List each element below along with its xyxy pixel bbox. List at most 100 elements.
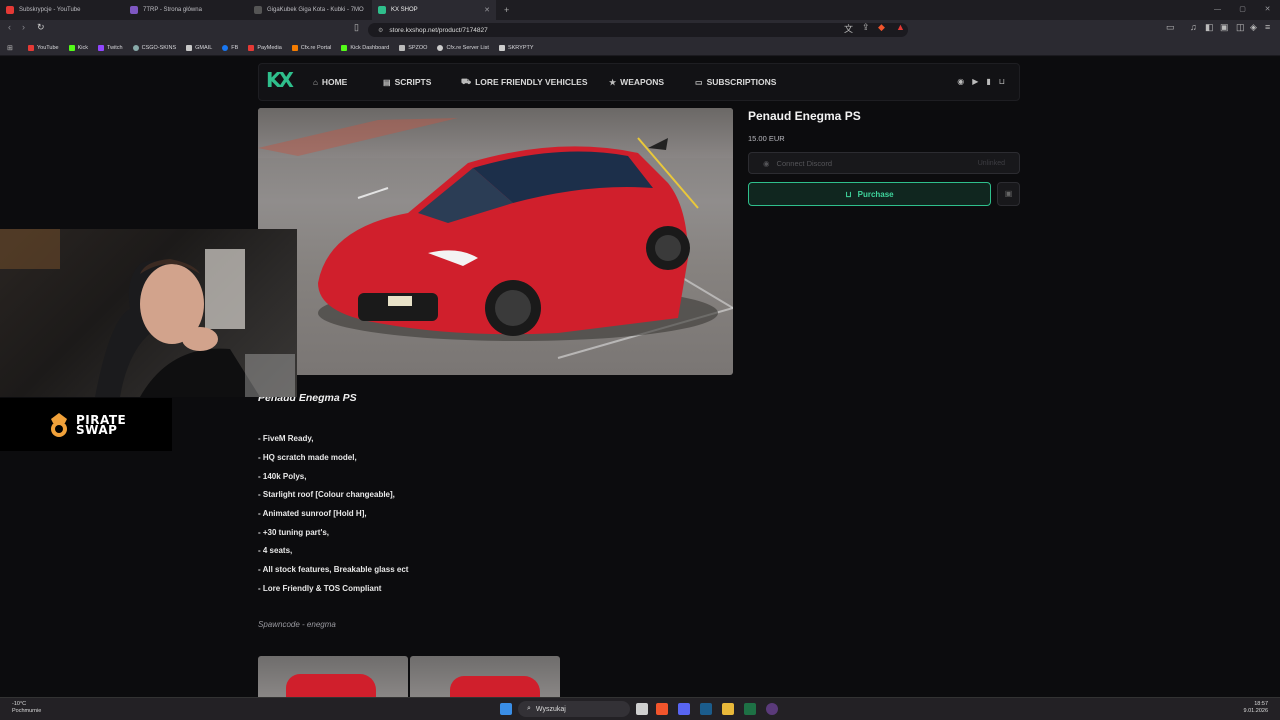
feature-item: - FiveM Ready, xyxy=(258,434,314,443)
extensions-icon[interactable]: ▣ xyxy=(1220,22,1229,33)
search-icon: ⌕ xyxy=(527,705,531,712)
feature-item: - 4 seats, xyxy=(258,546,293,555)
share-icon[interactable]: ⇪ xyxy=(862,22,870,33)
discord-icon[interactable]: ◉ xyxy=(957,77,964,86)
minimize-icon[interactable]: — xyxy=(1205,0,1230,20)
weather-widget[interactable]: -10°C Pochmurnie xyxy=(12,701,41,715)
bookmark-fb[interactable]: FB xyxy=(222,44,238,51)
kick-icon xyxy=(68,44,75,51)
gift-icon: ▣ xyxy=(1004,189,1013,198)
address-bar-row: ‹ › ↻ ▯ ⚙ store.kxshop.net/product/71748… xyxy=(0,20,1280,40)
discord-status-label: Unlinked xyxy=(977,159,1005,167)
reload-icon[interactable]: ↻ xyxy=(37,22,45,33)
product-price: 15.00 EUR xyxy=(748,134,785,143)
connect-discord-label: Connect Discord xyxy=(776,158,832,168)
bookmark-twitch[interactable]: Twitch xyxy=(98,44,123,51)
folder-icon xyxy=(399,44,406,51)
taskbar-clock[interactable]: 18:57 9.01.2026 xyxy=(1244,701,1268,715)
script-icon: ▤ xyxy=(383,77,391,87)
bookmark-youtube[interactable]: YouTube xyxy=(28,44,59,51)
split-view-icon[interactable]: ◧ xyxy=(1205,22,1214,33)
bookmark-paymedia[interactable]: PayMedia xyxy=(248,44,282,51)
gallery-thumbnail[interactable] xyxy=(258,656,408,697)
task-view-icon[interactable] xyxy=(636,703,648,715)
apps-grid-icon[interactable]: ⊞ xyxy=(7,44,13,52)
brave-shield-icon[interactable]: ◆ xyxy=(878,22,885,33)
feature-item: - Animated sunroof [Hold H], xyxy=(258,509,367,518)
nav-subscriptions[interactable]: ▭ SUBSCRIPTIONS xyxy=(695,77,776,87)
webcam-feed-image xyxy=(0,229,295,397)
bookmark-page-icon[interactable]: ▯ xyxy=(354,22,359,33)
clock-date: 9.01.2026 xyxy=(1243,708,1268,714)
car-icon: ⛟ xyxy=(461,77,472,86)
tab-kx-shop[interactable]: KX SHOP ✕ xyxy=(372,0,496,20)
youtube-icon xyxy=(28,44,34,51)
spawncode-text: Spawncode - enegma xyxy=(258,620,336,629)
tab-gigakubek[interactable]: GigaKubek Giga Kota - Kubki - 7MO xyxy=(248,0,372,20)
vpn-icon[interactable]: ◈ xyxy=(1250,22,1257,33)
sidebar-icon[interactable]: ▭ xyxy=(1166,22,1175,33)
new-tab-icon[interactable]: + xyxy=(496,5,517,15)
kx-logo[interactable]: KX xyxy=(266,68,294,92)
bookmark-skrypty[interactable]: SKRYPTY xyxy=(498,44,534,51)
bookmarks-bar: ⊞ YouTube Kick Twitch CSGO-SKINS GMAIL F… xyxy=(0,40,1280,56)
weather-temp: -10°C xyxy=(12,701,27,707)
steam-icon[interactable] xyxy=(700,703,712,715)
globe-icon xyxy=(437,44,444,51)
book-icon[interactable]: ▮ xyxy=(986,77,990,86)
bookmark-kick-dashboard[interactable]: Kick Dashboard xyxy=(341,44,389,51)
youtube-icon[interactable]: ▶ xyxy=(972,77,978,86)
menu-icon[interactable]: ≡ xyxy=(1265,22,1270,32)
forward-icon[interactable]: › xyxy=(22,22,25,32)
webcam-overlay xyxy=(0,229,297,397)
start-icon[interactable] xyxy=(500,703,512,715)
cart-icon[interactable]: ⊔ xyxy=(999,77,1005,86)
tab-7trp[interactable]: 7TRP - Strona główna xyxy=(124,0,248,20)
discord-icon[interactable] xyxy=(678,703,690,715)
feature-item: - All stock features, Breakable glass ec… xyxy=(258,565,409,574)
close-window-icon[interactable]: ✕ xyxy=(1255,0,1280,20)
tab-youtube[interactable]: Subskrypcje - YouTube xyxy=(0,0,124,20)
nav-scripts[interactable]: ▤ SCRIPTS xyxy=(383,77,431,87)
bookmark-cfx-portal[interactable]: Cfx.re Portal xyxy=(291,44,331,51)
bookmark-spzoo[interactable]: SPZOO xyxy=(399,44,427,51)
bookmark-csgo-skins[interactable]: CSGO-SKINS xyxy=(132,44,176,51)
brave-icon[interactable] xyxy=(656,703,668,715)
nav-lore-friendly-vehicles[interactable]: ⛟ LORE FRIENDLY VEHICLES xyxy=(461,77,588,87)
file-explorer-icon[interactable] xyxy=(722,703,734,715)
kick-icon xyxy=(341,44,348,51)
gift-button[interactable]: ▣ xyxy=(997,182,1020,206)
gallery-thumbnail[interactable] xyxy=(410,656,560,697)
bookmark-kick[interactable]: Kick xyxy=(68,44,88,51)
site-info-icon[interactable]: ⚙ xyxy=(378,27,383,34)
rewards-icon[interactable]: ▲ xyxy=(896,22,905,32)
bookmark-cfx-server-list[interactable]: Cfx.re Server List xyxy=(437,44,489,51)
browser-tab-strip: Subskrypcje - YouTube 7TRP - Strona głów… xyxy=(0,0,1280,20)
youtube-favicon-icon xyxy=(6,6,14,14)
clock-time: 18:57 xyxy=(1254,701,1268,707)
close-tab-icon[interactable]: ✕ xyxy=(484,6,490,14)
maximize-icon[interactable]: ▢ xyxy=(1230,0,1255,20)
translate-icon[interactable]: 文 xyxy=(844,22,853,35)
obs-icon[interactable] xyxy=(766,703,778,715)
subscription-icon: ▭ xyxy=(695,77,703,87)
window-controls: — ▢ ✕ xyxy=(1205,0,1280,20)
nav-home[interactable]: ⌂ HOME xyxy=(313,77,347,87)
navbar-right-icons: ◉ ▶ ▮ ⊔ xyxy=(957,77,1005,86)
excel-icon[interactable] xyxy=(744,703,756,715)
media-icon[interactable]: ♫ xyxy=(1190,22,1197,32)
pirate-swap-logo-icon xyxy=(51,412,67,437)
wallet-icon[interactable]: ◫ xyxy=(1236,22,1245,33)
windows-taskbar: -10°C Pochmurnie ⌕ Wyszukaj 18:57 9.01.2… xyxy=(0,697,1280,720)
connect-discord-button[interactable]: ◉ Connect Discord Unlinked xyxy=(748,152,1020,174)
bookmark-gmail[interactable]: GMAIL xyxy=(186,44,212,51)
product-main-image[interactable] xyxy=(258,108,733,375)
feature-item: - Starlight roof [Colour changeable], xyxy=(258,490,395,499)
taskbar-search[interactable]: ⌕ Wyszukaj xyxy=(518,701,630,717)
weather-desc: Pochmurnie xyxy=(12,708,42,714)
url-field[interactable]: ⚙ store.kxshop.net/product/7174827 xyxy=(368,23,908,37)
purchase-button[interactable]: ⊔ Purchase xyxy=(748,182,991,206)
facebook-icon xyxy=(222,44,229,51)
back-icon[interactable]: ‹ xyxy=(8,22,11,32)
nav-weapons[interactable]: ★ WEAPONS xyxy=(609,77,664,87)
